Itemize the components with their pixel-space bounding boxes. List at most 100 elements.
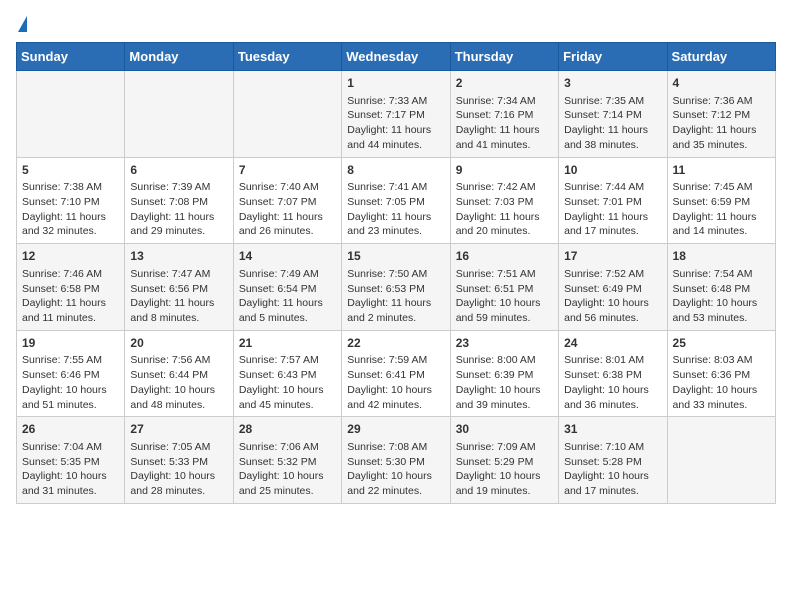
calendar-cell: 19Sunrise: 7:55 AM Sunset: 6:46 PM Dayli…	[17, 330, 125, 417]
calendar-cell: 1 Sunrise: 7:33 AM Sunset: 7:17 PM Daylig…	[342, 71, 450, 158]
calendar-table: SundayMondayTuesdayWednesdayThursdayFrid…	[16, 42, 776, 504]
calendar-cell	[667, 417, 775, 504]
day-number: 20	[130, 335, 227, 352]
day-number: 6	[130, 162, 227, 179]
page-header	[16, 16, 776, 32]
calendar-cell	[233, 71, 341, 158]
day-info: Sunrise: 8:03 AM Sunset: 6:36 PM Dayligh…	[673, 353, 770, 412]
day-info: Sunrise: 7:42 AM Sunset: 7:03 PM Dayligh…	[456, 180, 553, 239]
calendar-cell: 22Sunrise: 7:59 AM Sunset: 6:41 PM Dayli…	[342, 330, 450, 417]
day-number: 12	[22, 248, 119, 265]
calendar-cell: 25Sunrise: 8:03 AM Sunset: 6:36 PM Dayli…	[667, 330, 775, 417]
calendar-cell: 3 Sunrise: 7:35 AM Sunset: 7:14 PM Daylig…	[559, 71, 667, 158]
day-number: 8	[347, 162, 444, 179]
day-number: 21	[239, 335, 336, 352]
day-info: Sunrise: 7:44 AM Sunset: 7:01 PM Dayligh…	[564, 180, 661, 239]
calendar-cell: 28Sunrise: 7:06 AM Sunset: 5:32 PM Dayli…	[233, 417, 341, 504]
calendar-cell	[125, 71, 233, 158]
day-number: 11	[673, 162, 770, 179]
calendar-cell: 7Sunrise: 7:40 AM Sunset: 7:07 PM Daylig…	[233, 157, 341, 244]
day-info: Sunrise: 7:08 AM Sunset: 5:30 PM Dayligh…	[347, 440, 444, 499]
calendar-cell: 23Sunrise: 8:00 AM Sunset: 6:39 PM Dayli…	[450, 330, 558, 417]
calendar-cell: 12 Sunrise: 7:46 AM Sunset: 6:58 PM Dayli…	[17, 244, 125, 331]
day-number: 31	[564, 421, 661, 438]
logo	[16, 16, 27, 32]
day-number: 29	[347, 421, 444, 438]
calendar-cell: 5Sunrise: 7:38 AM Sunset: 7:10 PM Daylig…	[17, 157, 125, 244]
day-info: Sunrise: 7:54 AM Sunset: 6:48 PM Dayligh…	[673, 267, 770, 326]
calendar-cell: 16Sunrise: 7:51 AM Sunset: 6:51 PM Dayli…	[450, 244, 558, 331]
day-info: Sunrise: 7:50 AM Sunset: 6:53 PM Dayligh…	[347, 267, 444, 326]
weekday-header: Tuesday	[233, 43, 341, 71]
calendar-week-row: 26 Sunrise: 7:04 AM Sunset: 5:35 PM Dayli…	[17, 417, 776, 504]
calendar-cell: 31 Sunrise: 7:10 AM Sunset: 5:28 PM Dayli…	[559, 417, 667, 504]
calendar-cell: 10Sunrise: 7:44 AM Sunset: 7:01 PM Dayli…	[559, 157, 667, 244]
day-info: Sunrise: 7:51 AM Sunset: 6:51 PM Dayligh…	[456, 267, 553, 326]
day-info: Sunrise: 7:41 AM Sunset: 7:05 PM Dayligh…	[347, 180, 444, 239]
day-number: 30	[456, 421, 553, 438]
day-info: Sunrise: 7:04 AM Sunset: 5:35 PM Dayligh…	[22, 440, 119, 499]
calendar-cell: 11Sunrise: 7:45 AM Sunset: 6:59 PM Dayli…	[667, 157, 775, 244]
calendar-cell: 29 Sunrise: 7:08 AM Sunset: 5:30 PM Dayli…	[342, 417, 450, 504]
day-number: 22	[347, 335, 444, 352]
calendar-cell: 9Sunrise: 7:42 AM Sunset: 7:03 PM Daylig…	[450, 157, 558, 244]
day-info: Sunrise: 7:45 AM Sunset: 6:59 PM Dayligh…	[673, 180, 770, 239]
day-info: Sunrise: 7:57 AM Sunset: 6:43 PM Dayligh…	[239, 353, 336, 412]
day-info: Sunrise: 7:35 AM Sunset: 7:14 PM Dayligh…	[564, 94, 661, 153]
weekday-header: Saturday	[667, 43, 775, 71]
day-number: 27	[130, 421, 227, 438]
day-number: 1	[347, 75, 444, 92]
day-number: 5	[22, 162, 119, 179]
calendar-cell: 15Sunrise: 7:50 AM Sunset: 6:53 PM Dayli…	[342, 244, 450, 331]
day-number: 14	[239, 248, 336, 265]
day-info: Sunrise: 7:46 AM Sunset: 6:58 PM Dayligh…	[22, 267, 119, 326]
calendar-cell: 2Sunrise: 7:34 AM Sunset: 7:16 PM Daylig…	[450, 71, 558, 158]
calendar-cell: 13 Sunrise: 7:47 AM Sunset: 6:56 PM Dayli…	[125, 244, 233, 331]
day-number: 19	[22, 335, 119, 352]
day-info: Sunrise: 7:39 AM Sunset: 7:08 PM Dayligh…	[130, 180, 227, 239]
day-info: Sunrise: 7:09 AM Sunset: 5:29 PM Dayligh…	[456, 440, 553, 499]
day-number: 26	[22, 421, 119, 438]
calendar-cell: 30 Sunrise: 7:09 AM Sunset: 5:29 PM Dayli…	[450, 417, 558, 504]
calendar-cell: 8Sunrise: 7:41 AM Sunset: 7:05 PM Daylig…	[342, 157, 450, 244]
day-info: Sunrise: 7:10 AM Sunset: 5:28 PM Dayligh…	[564, 440, 661, 499]
day-info: Sunrise: 7:55 AM Sunset: 6:46 PM Dayligh…	[22, 353, 119, 412]
day-info: Sunrise: 7:36 AM Sunset: 7:12 PM Dayligh…	[673, 94, 770, 153]
day-info: Sunrise: 8:01 AM Sunset: 6:38 PM Dayligh…	[564, 353, 661, 412]
day-info: Sunrise: 7:05 AM Sunset: 5:33 PM Dayligh…	[130, 440, 227, 499]
weekday-header: Thursday	[450, 43, 558, 71]
day-number: 7	[239, 162, 336, 179]
calendar-cell: 20Sunrise: 7:56 AM Sunset: 6:44 PM Dayli…	[125, 330, 233, 417]
day-number: 3	[564, 75, 661, 92]
calendar-cell: 4 Sunrise: 7:36 AM Sunset: 7:12 PM Daylig…	[667, 71, 775, 158]
day-number: 13	[130, 248, 227, 265]
day-number: 17	[564, 248, 661, 265]
calendar-week-row: 5Sunrise: 7:38 AM Sunset: 7:10 PM Daylig…	[17, 157, 776, 244]
day-number: 25	[673, 335, 770, 352]
day-info: Sunrise: 8:00 AM Sunset: 6:39 PM Dayligh…	[456, 353, 553, 412]
calendar-week-row: 1 Sunrise: 7:33 AM Sunset: 7:17 PM Daylig…	[17, 71, 776, 158]
day-info: Sunrise: 7:49 AM Sunset: 6:54 PM Dayligh…	[239, 267, 336, 326]
calendar-cell: 24Sunrise: 8:01 AM Sunset: 6:38 PM Dayli…	[559, 330, 667, 417]
day-number: 10	[564, 162, 661, 179]
day-number: 28	[239, 421, 336, 438]
calendar-cell: 27 Sunrise: 7:05 AM Sunset: 5:33 PM Dayli…	[125, 417, 233, 504]
day-info: Sunrise: 7:38 AM Sunset: 7:10 PM Dayligh…	[22, 180, 119, 239]
weekday-header: Sunday	[17, 43, 125, 71]
day-info: Sunrise: 7:47 AM Sunset: 6:56 PM Dayligh…	[130, 267, 227, 326]
calendar-cell: 6Sunrise: 7:39 AM Sunset: 7:08 PM Daylig…	[125, 157, 233, 244]
day-number: 23	[456, 335, 553, 352]
calendar-cell: 18Sunrise: 7:54 AM Sunset: 6:48 PM Dayli…	[667, 244, 775, 331]
day-info: Sunrise: 7:33 AM Sunset: 7:17 PM Dayligh…	[347, 94, 444, 153]
logo-triangle-icon	[18, 16, 27, 32]
calendar-cell: 14 Sunrise: 7:49 AM Sunset: 6:54 PM Dayli…	[233, 244, 341, 331]
weekday-header: Friday	[559, 43, 667, 71]
day-number: 2	[456, 75, 553, 92]
day-number: 4	[673, 75, 770, 92]
calendar-cell: 17 Sunrise: 7:52 AM Sunset: 6:49 PM Dayli…	[559, 244, 667, 331]
day-info: Sunrise: 7:59 AM Sunset: 6:41 PM Dayligh…	[347, 353, 444, 412]
day-info: Sunrise: 7:52 AM Sunset: 6:49 PM Dayligh…	[564, 267, 661, 326]
calendar-week-row: 19Sunrise: 7:55 AM Sunset: 6:46 PM Dayli…	[17, 330, 776, 417]
weekday-header: Monday	[125, 43, 233, 71]
calendar-cell: 21Sunrise: 7:57 AM Sunset: 6:43 PM Dayli…	[233, 330, 341, 417]
